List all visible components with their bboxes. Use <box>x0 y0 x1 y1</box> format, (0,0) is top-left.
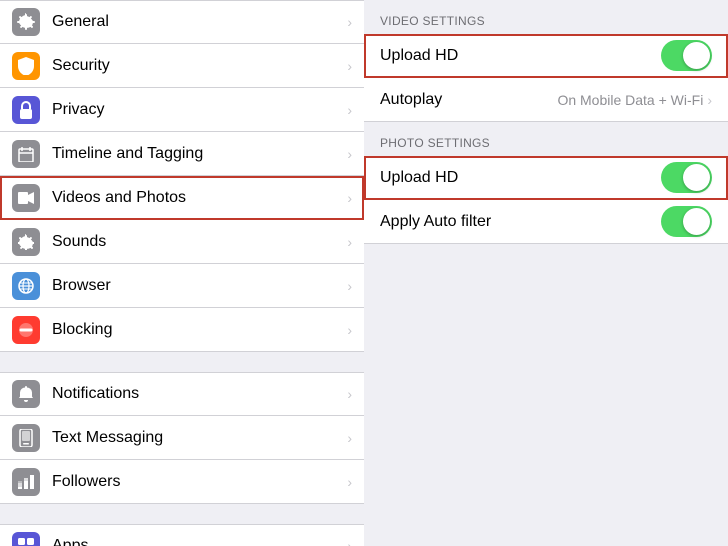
videos-label: Videos and Photos <box>52 189 347 207</box>
video-autoplay-row[interactable]: Autoplay On Mobile Data + Wi-Fi › <box>364 78 728 122</box>
general-icon <box>12 8 40 36</box>
blocking-label: Blocking <box>52 321 347 339</box>
photo-autofilter-row[interactable]: Apply Auto filter <box>364 200 728 244</box>
video-upload-hd-label: Upload HD <box>380 47 661 65</box>
photo-upload-hd-row[interactable]: Upload HD <box>364 156 728 200</box>
browser-label: Browser <box>52 277 347 295</box>
settings-group-3: Apps › Ads › <box>0 524 364 546</box>
toggle-knob-3 <box>683 208 710 235</box>
apps-label: Apps <box>52 537 347 546</box>
settings-group-1: General › Security › Privacy › <box>0 0 364 352</box>
sidebar-item-privacy[interactable]: Privacy › <box>0 88 364 132</box>
sounds-label: Sounds <box>52 233 347 251</box>
photo-autofilter-toggle[interactable] <box>661 206 712 237</box>
video-settings-section: VIDEO SETTINGS Upload HD Autoplay On Mob… <box>364 0 728 122</box>
followers-label: Followers <box>52 473 347 491</box>
photo-upload-hd-label: Upload HD <box>380 169 661 187</box>
general-chevron: › <box>347 14 352 30</box>
timeline-icon <box>12 140 40 168</box>
security-chevron: › <box>347 58 352 74</box>
notifications-label: Notifications <box>52 385 347 403</box>
apps-icon <box>12 532 40 546</box>
photo-upload-hd-toggle[interactable] <box>661 162 712 193</box>
blocking-chevron: › <box>347 322 352 338</box>
toggle-knob <box>683 42 710 69</box>
video-autoplay-chevron: › <box>707 92 712 108</box>
followers-chevron: › <box>347 474 352 490</box>
sidebar-item-timeline[interactable]: Timeline and Tagging › <box>0 132 364 176</box>
video-upload-hd-toggle[interactable] <box>661 40 712 71</box>
videos-chevron: › <box>347 190 352 206</box>
blocking-icon <box>12 316 40 344</box>
textmessaging-chevron: › <box>347 430 352 446</box>
sidebar-item-textmessaging[interactable]: Text Messaging › <box>0 416 364 460</box>
privacy-chevron: › <box>347 102 352 118</box>
sidebar-item-notifications[interactable]: Notifications › <box>0 372 364 416</box>
settings-sidebar: General › Security › Privacy › <box>0 0 364 546</box>
sidebar-item-general[interactable]: General › <box>0 0 364 44</box>
toggle-knob-2 <box>683 164 710 191</box>
sounds-icon <box>12 228 40 256</box>
textmessaging-label: Text Messaging <box>52 429 347 447</box>
sidebar-item-followers[interactable]: Followers › <box>0 460 364 504</box>
settings-detail-panel: VIDEO SETTINGS Upload HD Autoplay On Mob… <box>364 0 728 546</box>
timeline-label: Timeline and Tagging <box>52 145 347 163</box>
followers-icon <box>12 468 40 496</box>
apps-chevron: › <box>347 538 352 546</box>
group-separator-1 <box>0 354 364 372</box>
textmessaging-icon <box>12 424 40 452</box>
sidebar-item-videos[interactable]: Videos and Photos › <box>0 176 364 220</box>
notifications-icon <box>12 380 40 408</box>
photo-settings-section: PHOTO SETTINGS Upload HD Apply Auto filt… <box>364 122 728 244</box>
timeline-chevron: › <box>347 146 352 162</box>
group-separator-2 <box>0 506 364 524</box>
photo-autofilter-label: Apply Auto filter <box>380 213 661 231</box>
sidebar-item-security[interactable]: Security › <box>0 44 364 88</box>
sidebar-item-apps[interactable]: Apps › <box>0 524 364 546</box>
settings-group-2: Notifications › Text Messaging › <box>0 372 364 504</box>
video-autoplay-label: Autoplay <box>380 91 557 109</box>
privacy-icon <box>12 96 40 124</box>
privacy-label: Privacy <box>52 101 347 119</box>
videos-icon <box>12 184 40 212</box>
browser-chevron: › <box>347 278 352 294</box>
general-label: General <box>52 13 347 31</box>
photo-settings-header: PHOTO SETTINGS <box>364 122 728 156</box>
sidebar-item-sounds[interactable]: Sounds › <box>0 220 364 264</box>
browser-icon <box>12 272 40 300</box>
sidebar-item-blocking[interactable]: Blocking › <box>0 308 364 352</box>
video-settings-header: VIDEO SETTINGS <box>364 0 728 34</box>
video-upload-hd-row[interactable]: Upload HD <box>364 34 728 78</box>
sidebar-item-browser[interactable]: Browser › <box>0 264 364 308</box>
security-icon <box>12 52 40 80</box>
sounds-chevron: › <box>347 234 352 250</box>
notifications-chevron: › <box>347 386 352 402</box>
security-label: Security <box>52 57 347 75</box>
video-autoplay-value: On Mobile Data + Wi-Fi <box>557 92 703 108</box>
